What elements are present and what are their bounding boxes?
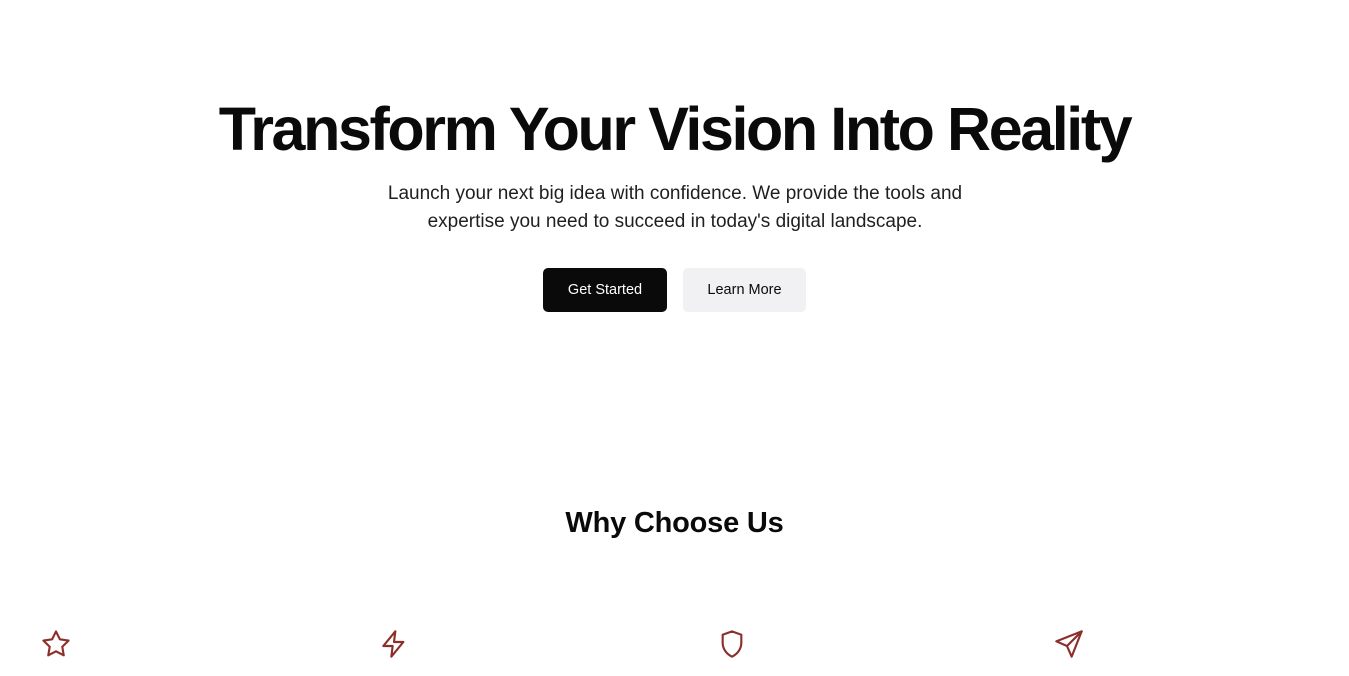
hero-title: Transform Your Vision Into Reality — [218, 95, 1133, 163]
hero-subtitle: Launch your next big idea with confidenc… — [387, 183, 963, 232]
landing-page: Transform Your Vision Into Reality Launc… — [0, 0, 1349, 676]
star-icon — [40, 628, 72, 660]
get-started-button[interactable]: Get Started — [543, 268, 667, 312]
lightning-icon — [378, 628, 410, 660]
hero-actions: Get Started Learn More — [0, 268, 1349, 312]
shield-icon — [716, 628, 748, 660]
features-title: Why Choose Us — [565, 507, 784, 539]
learn-more-button[interactable]: Learn More — [683, 268, 806, 312]
send-icon — [1053, 628, 1085, 660]
